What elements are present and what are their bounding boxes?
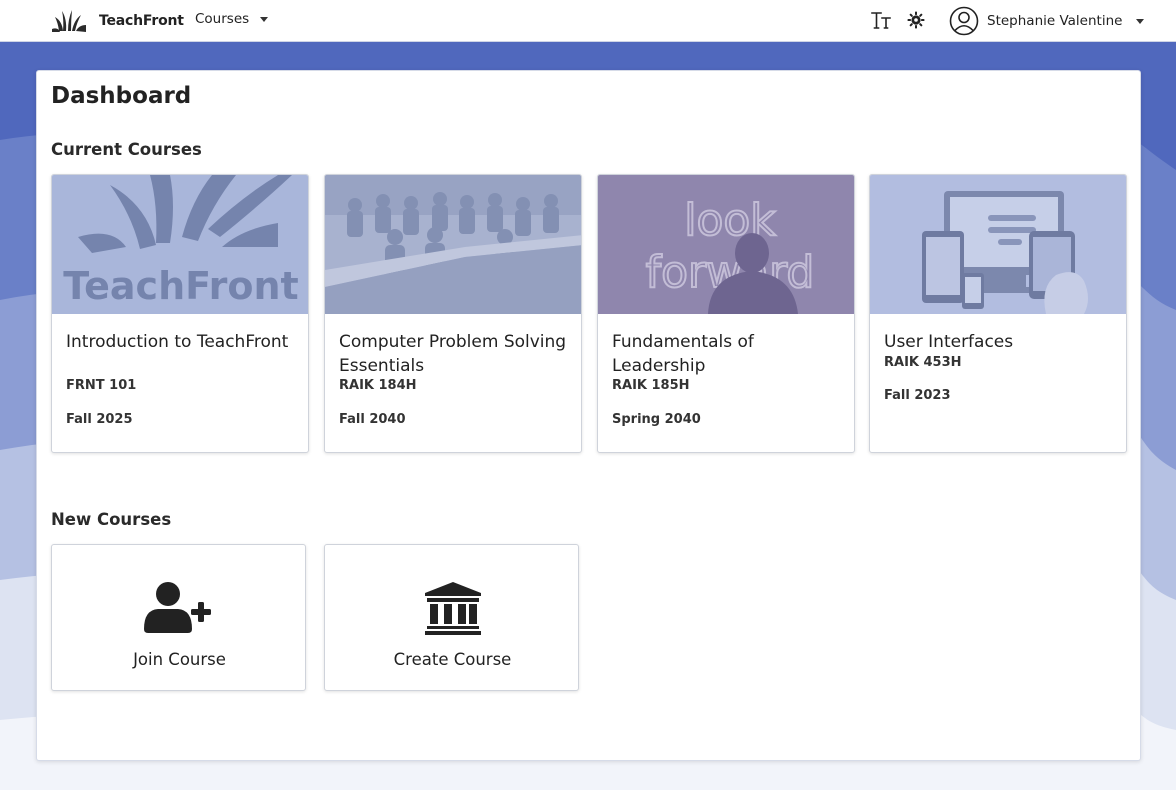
course-card-fundamentals-leadership[interactable]: look forward Fundamentals of Leadership … — [597, 174, 855, 453]
course-card-user-interfaces[interactable]: User Interfaces RAIK 453H Fall 2023 — [869, 174, 1127, 453]
teachfront-logo-icon — [52, 10, 86, 32]
course-card-intro-teachfront[interactable]: TeachFront Introduction to TeachFront FR… — [51, 174, 309, 453]
course-term: Fall 2025 — [66, 412, 133, 427]
user-menu[interactable]: Stephanie Valentine — [949, 5, 1145, 37]
brand-name: TeachFront — [99, 13, 184, 29]
course-term: Fall 2040 — [339, 412, 406, 427]
gear-icon[interactable] — [907, 11, 925, 29]
course-title: User Interfaces — [884, 332, 1014, 352]
join-course-label: Join Course — [133, 650, 226, 669]
course-code: RAIK 185H — [612, 378, 690, 393]
chevron-down-icon — [1136, 18, 1145, 24]
course-image-logo-text: TeachFront — [63, 264, 298, 308]
create-course-button[interactable]: Create Course — [324, 544, 579, 691]
courses-dropdown[interactable]: Courses — [195, 11, 269, 27]
brand-home-link[interactable]: TeachFront — [50, 8, 184, 34]
text-size-icon[interactable] — [870, 9, 892, 31]
course-image-chalkboard: look forward — [598, 175, 854, 314]
course-term: Spring 2040 — [612, 412, 701, 427]
course-title: Fundamentals of Leadership — [612, 332, 754, 376]
new-courses-heading: New Courses — [51, 510, 172, 529]
course-code: RAIK 184H — [339, 378, 417, 393]
course-image-teachfront-logo: TeachFront — [52, 175, 308, 314]
join-course-button[interactable]: Join Course — [51, 544, 306, 691]
create-course-label: Create Course — [393, 650, 512, 669]
chevron-down-icon — [260, 16, 269, 22]
user-name: Stephanie Valentine — [987, 13, 1123, 29]
user-circle-icon — [949, 6, 979, 36]
course-code: RAIK 453H — [884, 355, 962, 370]
user-plus-icon — [144, 582, 211, 633]
page-title: Dashboard — [51, 83, 192, 109]
course-image-devices — [870, 175, 1126, 314]
institution-icon — [425, 582, 481, 635]
courses-dropdown-label: Courses — [195, 11, 250, 27]
course-code: FRNT 101 — [66, 378, 137, 393]
current-courses-heading: Current Courses — [51, 140, 202, 159]
course-image-classroom — [325, 175, 581, 314]
course-card-computer-problem-solving[interactable]: Computer Problem Solving Essentials RAIK… — [324, 174, 582, 453]
dashboard-panel: Dashboard Current Courses TeachFront Int… — [36, 70, 1141, 761]
course-term: Fall 2023 — [884, 388, 951, 403]
course-title: Computer Problem Solving Essentials — [339, 332, 567, 376]
course-title: Introduction to TeachFront — [66, 332, 289, 352]
top-navbar: TeachFront Courses Stephanie Valentine — [0, 0, 1176, 42]
